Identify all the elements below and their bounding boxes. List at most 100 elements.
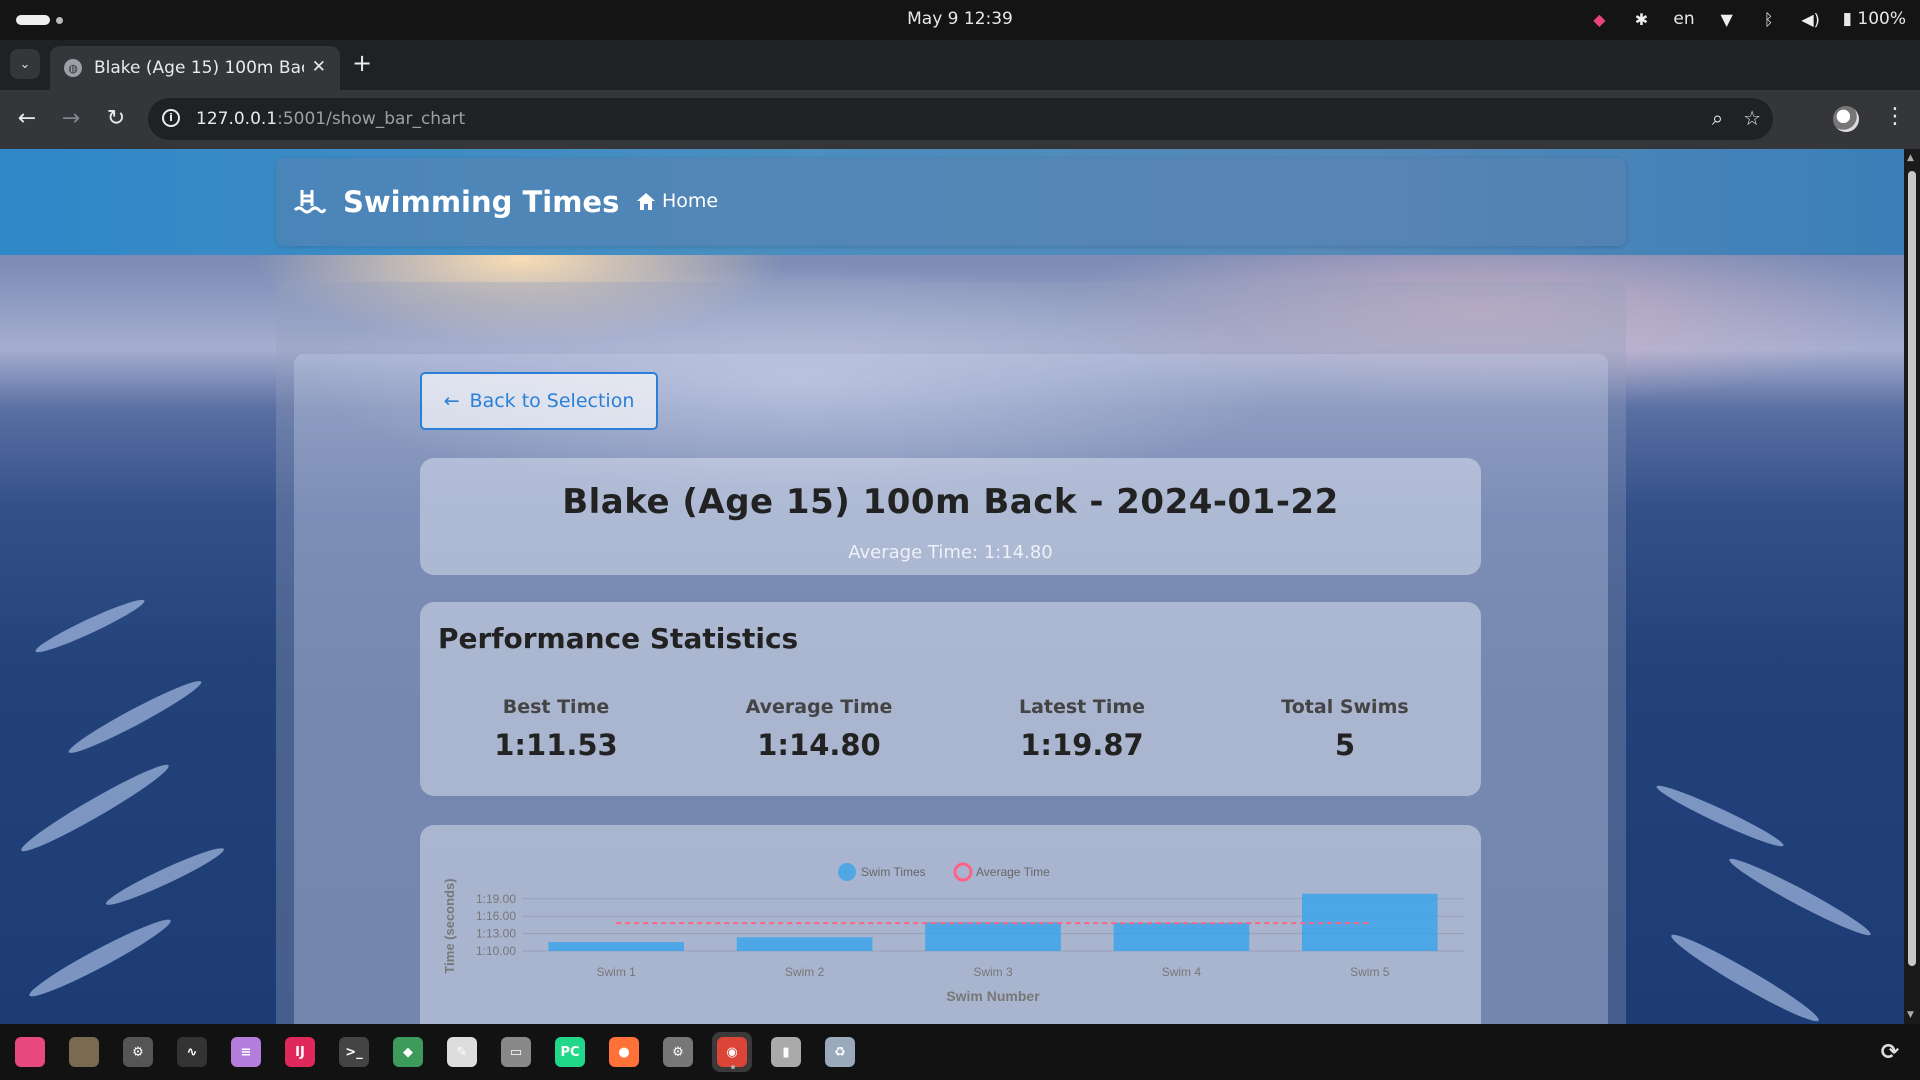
browser-tab-strip: ⌄ ◍ Blake (Age 15) 100m Back ✕ +	[0, 40, 1920, 90]
page-viewport: Swimming Times Home ← Back to Selection …	[0, 149, 1920, 1024]
intellij-icon[interactable]: IJ	[280, 1032, 320, 1072]
scrollbar-thumb[interactable]	[1908, 171, 1916, 966]
scroll-up-icon[interactable]: ▲	[1907, 153, 1914, 163]
color-picker-icon[interactable]: ◆	[1589, 9, 1609, 29]
usb-drive-icon[interactable]: ▮	[766, 1032, 806, 1072]
volume-icon[interactable]: ◀)	[1801, 9, 1821, 29]
horse-app-icon[interactable]	[64, 1032, 104, 1072]
performance-statistics-panel: Performance Statistics Best Time 1:11.53…	[420, 602, 1481, 796]
chrome-icon[interactable]: ◉	[712, 1032, 752, 1072]
chart-panel: Swim Times Average Time 1:10.00 1:13.00 1:16…	[420, 825, 1481, 1024]
layers-app-icon-glyph: ◆	[393, 1037, 423, 1067]
browser-toolbar: ← → ↻ i 127.0.0.1:5001/show_bar_chart ⌕ …	[0, 90, 1920, 149]
battery-indicator[interactable]: ▮ 100%	[1843, 9, 1906, 29]
system-tray[interactable]: ◆ ✱ en ▼ ᛒ ◀) ▮ 100%	[1589, 9, 1906, 29]
home-icon	[637, 192, 655, 210]
stat-value: 1:14.80	[757, 728, 881, 762]
arrow-left-icon: ←	[443, 390, 460, 412]
usb-drive-icon-glyph: ▮	[771, 1037, 801, 1067]
chrome-icon-glyph: ◉	[717, 1037, 747, 1067]
swimmer-icon	[294, 190, 326, 214]
files-icon[interactable]: ▭	[496, 1032, 536, 1072]
text-editor-icon[interactable]: ✎	[442, 1032, 482, 1072]
menu-kebab-icon[interactable]: ⋮	[1884, 104, 1906, 129]
legend-label-swim-times: Swim Times	[861, 865, 926, 879]
address-bar[interactable]: i 127.0.0.1:5001/show_bar_chart ⌕ ☆	[148, 98, 1773, 140]
settings-gear-icon[interactable]: ⚙	[118, 1032, 158, 1072]
files-icon-glyph: ▭	[501, 1037, 531, 1067]
background-foam	[32, 594, 148, 658]
url-path: :5001/show_bar_chart	[277, 109, 466, 129]
site-info-icon[interactable]: i	[162, 109, 180, 127]
x-tick-label: Swim 1	[597, 965, 637, 979]
database-app-icon[interactable]: ≡	[226, 1032, 266, 1072]
apps-grid-glyph: ⟳	[1880, 1039, 1900, 1065]
swim-times-bar-chart: Swim Times Average Time 1:10.00 1:13.00 1:16…	[442, 862, 1464, 1004]
background-foam	[1653, 780, 1787, 852]
bookmark-star-icon[interactable]: ☆	[1743, 106, 1761, 130]
layers-app-icon[interactable]: ◆	[388, 1032, 428, 1072]
reload-icon[interactable]: ↻	[103, 106, 129, 131]
trash-icon[interactable]: ♻	[820, 1032, 860, 1072]
url-host: 127.0.0.1	[196, 109, 278, 129]
bar-swim-4	[1113, 922, 1250, 951]
bar-swim-1	[548, 942, 685, 951]
navbar: Swimming Times Home	[276, 158, 1626, 246]
profile-avatar[interactable]	[1833, 106, 1859, 132]
accessibility-icon[interactable]: ✱	[1631, 9, 1651, 29]
globe-icon: ◍	[64, 59, 82, 77]
stat-label: Average Time	[745, 696, 893, 718]
url-text[interactable]: 127.0.0.1:5001/show_bar_chart	[196, 109, 465, 129]
tab-close-icon[interactable]: ✕	[312, 57, 326, 77]
firefox-icon[interactable]: ●	[604, 1032, 644, 1072]
wifi-icon[interactable]: ▼	[1717, 9, 1737, 29]
stat-total-swims: Total Swims 5	[1225, 696, 1465, 762]
settings-icon[interactable]: ⚙	[658, 1032, 698, 1072]
system-monitor-icon[interactable]: ∿	[172, 1032, 212, 1072]
y-tick-label: 1:10.00	[476, 944, 516, 958]
zoom-icon[interactable]: ⌕	[1712, 106, 1723, 130]
bluetooth-icon[interactable]: ᛒ	[1759, 9, 1779, 29]
pycharm-icon-glyph: PC	[555, 1037, 585, 1067]
terminal-icon[interactable]: >_	[334, 1032, 374, 1072]
home-label: Home	[662, 190, 719, 212]
stat-latest-time: Latest Time 1:19.87	[962, 696, 1202, 762]
show-apps-icon[interactable]: ⟳	[1870, 1032, 1910, 1072]
background-foam	[1725, 852, 1875, 942]
settings-icon-glyph: ⚙	[663, 1037, 693, 1067]
stat-value: 5	[1334, 728, 1356, 762]
forward-arrow-icon[interactable]: →	[58, 106, 84, 131]
firefox-icon-glyph: ●	[609, 1037, 639, 1067]
scroll-down-icon[interactable]: ▼	[1907, 1010, 1914, 1020]
y-tick-label: 1:19.00	[476, 892, 516, 906]
page-scrollbar[interactable]: ▲ ▼	[1904, 149, 1920, 1024]
back-arrow-icon[interactable]: ←	[14, 106, 40, 131]
stat-label: Latest Time	[1018, 696, 1146, 718]
background-foam	[1666, 927, 1824, 1024]
background-foam	[16, 757, 174, 859]
terminal-icon-glyph: >_	[339, 1037, 369, 1067]
tab-search-chevron-icon[interactable]: ⌄	[10, 49, 40, 79]
taskbar-dock: ⟳ ⚙ ∿ ≡ IJ >_ ◆ ✎ ▭ PC ● ⚙ ◉ ▮ ♻	[0, 1024, 1920, 1080]
language-indicator[interactable]: en	[1673, 9, 1694, 29]
back-to-selection-button[interactable]: ← Back to Selection	[420, 372, 658, 430]
legend-label-average-time: Average Time	[976, 865, 1050, 879]
settings-gear-icon-glyph: ⚙	[123, 1037, 153, 1067]
app-center-icon[interactable]	[10, 1032, 50, 1072]
pycharm-icon[interactable]: PC	[550, 1032, 590, 1072]
brand-title[interactable]: Swimming Times	[343, 185, 619, 219]
y-tick-label: 1:16.00	[476, 909, 516, 923]
browser-tab[interactable]: ◍ Blake (Age 15) 100m Back ✕	[50, 46, 340, 90]
title-panel: Blake (Age 15) 100m Back - 2024-01-22 Av…	[420, 458, 1481, 575]
x-tick-label: Swim 2	[785, 965, 825, 979]
new-tab-plus-icon[interactable]: +	[352, 51, 372, 75]
x-tick-label: Swim 5	[1350, 965, 1390, 979]
home-link[interactable]: Home	[636, 190, 718, 212]
x-tick-label: Swim 4	[1162, 965, 1202, 979]
tab-title: Blake (Age 15) 100m Back	[94, 58, 304, 78]
page-title: Blake (Age 15) 100m Back - 2024-01-22	[562, 482, 1339, 522]
database-app-icon-glyph: ≡	[231, 1037, 261, 1067]
y-tick-label: 1:13.00	[476, 927, 516, 941]
stat-label: Total Swims	[1281, 696, 1409, 718]
bar-swim-3	[925, 922, 1061, 951]
